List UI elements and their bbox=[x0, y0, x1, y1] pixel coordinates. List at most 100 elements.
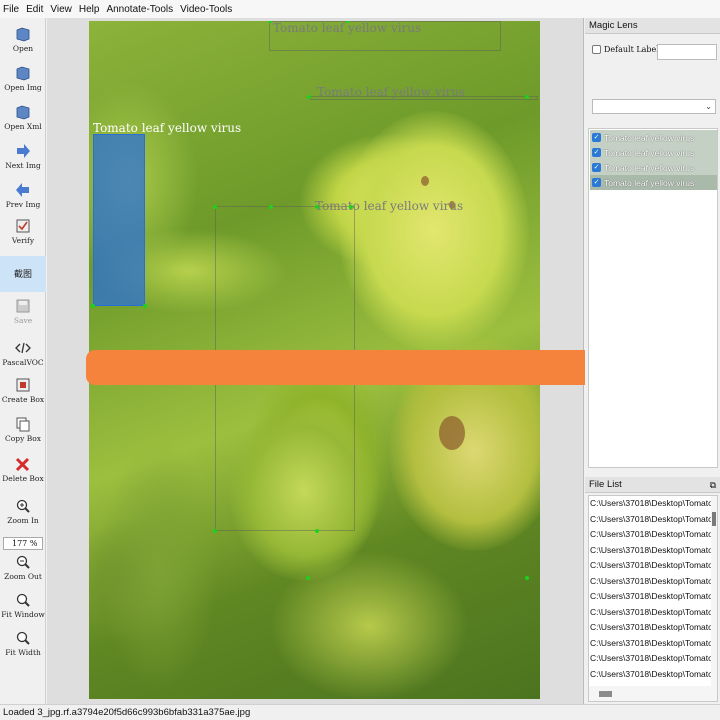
open-img-button[interactable]: Open Img bbox=[0, 65, 46, 92]
delete-box-button[interactable]: Delete Box bbox=[0, 456, 46, 483]
open-xml-label: Open Xml bbox=[4, 122, 42, 131]
checkbox-checked-icon[interactable]: ✓ bbox=[592, 133, 601, 142]
checkbox-icon bbox=[592, 45, 601, 54]
toolbar: Open Open Img Open Xml Next Img Prev Img… bbox=[0, 18, 46, 704]
vertex-handle[interactable] bbox=[315, 205, 319, 209]
label-list-item-selected[interactable]: ✓ Tomato leaf yellow virus bbox=[590, 175, 717, 190]
overlay-bar bbox=[86, 350, 669, 385]
vertex-handle[interactable] bbox=[306, 576, 310, 580]
horizontal-scrollbar[interactable] bbox=[589, 686, 717, 701]
menu-view[interactable]: View bbox=[50, 4, 72, 15]
fit-window-button[interactable]: Fit Window bbox=[0, 592, 46, 619]
vertex-handle[interactable] bbox=[213, 205, 217, 209]
menu-help[interactable]: Help bbox=[79, 4, 100, 15]
selected-bbox[interactable] bbox=[93, 134, 145, 306]
file-list-item[interactable]: C:\Users\37018\Desktop\Tomato 4 bbox=[589, 527, 713, 543]
copy-box-button[interactable]: Copy Box bbox=[0, 416, 46, 443]
file-list-item[interactable]: C:\Users\37018\Desktop\Tomato 4 bbox=[589, 605, 713, 621]
float-dock-icon[interactable]: ⧉ bbox=[710, 477, 716, 493]
file-list-item[interactable]: C:\Users\37018\Desktop\Tomato 4 bbox=[589, 589, 713, 605]
open-img-label: Open Img bbox=[4, 83, 42, 92]
file-list-item[interactable]: C:\Users\37018\Desktop\Tomato 4 bbox=[589, 620, 713, 636]
screenshot-button[interactable]: 截图 bbox=[0, 256, 46, 292]
vertex-handle[interactable] bbox=[269, 205, 273, 209]
create-box-button[interactable]: Create Box bbox=[0, 377, 46, 404]
vertex-handle[interactable] bbox=[315, 529, 319, 533]
zoom-icon bbox=[16, 631, 30, 645]
vertex-handle[interactable] bbox=[91, 304, 95, 308]
delete-icon bbox=[15, 457, 30, 472]
label-list-item[interactable]: ✓ Tomato leaf yellow virus bbox=[590, 145, 717, 160]
file-list-item[interactable]: C:\Users\37018\Desktop\Tomato 4 bbox=[589, 512, 713, 528]
file-list-item[interactable]: C:\Users\37018\Desktop\Tomato 4 bbox=[589, 496, 713, 512]
folder-icon bbox=[16, 27, 30, 42]
zoom-in-button[interactable]: Zoom In bbox=[0, 498, 46, 525]
verify-button[interactable]: Verify bbox=[0, 218, 46, 245]
magic-lens-title: Magic Lens bbox=[585, 18, 720, 34]
default-label-text: Default Label bbox=[604, 45, 659, 54]
open-xml-button[interactable]: Open Xml bbox=[0, 104, 46, 131]
box-label: Tomato leaf yellow virus bbox=[93, 121, 242, 135]
scrollbar-thumb[interactable] bbox=[599, 691, 612, 697]
file-list-item[interactable]: C:\Users\37018\Desktop\Tomato 4 bbox=[589, 667, 713, 683]
zoom-in-label: Zoom In bbox=[7, 516, 39, 525]
vertex-handle[interactable] bbox=[349, 205, 353, 209]
box-label: Tomato leaf yellow virus bbox=[317, 85, 466, 99]
vertical-scrollbar[interactable] bbox=[711, 496, 717, 686]
verify-label: Verify bbox=[11, 236, 35, 245]
open-button[interactable]: Open bbox=[0, 26, 46, 53]
status-bar: Loaded 3_jpg.rf.a3794e20f5d66c993b6bfab3… bbox=[0, 704, 720, 720]
file-list-title-text: File List bbox=[589, 479, 622, 490]
file-list-title: File List ⧉ bbox=[585, 477, 720, 493]
next-img-button[interactable]: Next Img bbox=[0, 143, 46, 170]
vertex-handle[interactable] bbox=[525, 95, 529, 99]
copy-icon bbox=[16, 417, 30, 432]
label-item-text: Tomato leaf yellow virus bbox=[604, 177, 695, 188]
menu-file[interactable]: File bbox=[3, 4, 19, 15]
file-list-item[interactable]: C:\Users\37018\Desktop\Tomato 4 bbox=[589, 636, 713, 652]
label-list: ✓ Tomato leaf yellow virus ✓ Tomato leaf… bbox=[588, 128, 718, 468]
delete-box-label: Delete Box bbox=[2, 474, 44, 483]
label-list-item[interactable]: ✓ Tomato leaf yellow virus bbox=[590, 130, 717, 145]
open-label: Open bbox=[12, 44, 34, 53]
screenshot-label: 截图 bbox=[13, 270, 32, 280]
menu-annotate-tools[interactable]: Annotate-Tools bbox=[106, 4, 173, 15]
scrollbar-thumb[interactable] bbox=[712, 512, 716, 526]
pascalvoc-button[interactable]: PascalVOC bbox=[0, 340, 46, 367]
menu-bar: File Edit View Help Annotate-Tools Video… bbox=[0, 0, 720, 18]
zoom-spinbox[interactable]: 177 % bbox=[3, 537, 43, 550]
fit-width-button[interactable]: Fit Width bbox=[0, 630, 46, 657]
save-button[interactable]: Save bbox=[0, 298, 46, 325]
fit-width-label: Fit Width bbox=[5, 648, 41, 657]
file-list-item[interactable]: C:\Users\37018\Desktop\Tomato 4 bbox=[589, 543, 713, 559]
pascalvoc-label: PascalVOC bbox=[2, 358, 44, 367]
checkbox-checked-icon[interactable]: ✓ bbox=[592, 178, 601, 187]
checkbox-checked-icon[interactable]: ✓ bbox=[592, 163, 601, 172]
default-label-input[interactable] bbox=[657, 44, 717, 60]
label-filter-combobox[interactable]: ⌄ bbox=[592, 99, 716, 114]
vertex-handle[interactable] bbox=[143, 304, 147, 308]
zoom-icon bbox=[16, 593, 30, 607]
default-label-checkbox[interactable]: Default Label bbox=[592, 45, 659, 54]
create-box-label: Create Box bbox=[1, 395, 45, 404]
zoom-in-icon bbox=[16, 499, 30, 513]
label-item-text: Tomato leaf yellow virus bbox=[604, 162, 695, 173]
zoom-out-icon bbox=[16, 555, 30, 569]
file-list-item[interactable]: C:\Users\37018\Desktop\Tomato 4 bbox=[589, 651, 713, 667]
next-img-label: Next Img bbox=[5, 161, 41, 170]
file-list-item[interactable]: C:\Users\37018\Desktop\Tomato 4 bbox=[589, 574, 713, 590]
folder-icon bbox=[16, 66, 30, 81]
vertex-handle[interactable] bbox=[213, 529, 217, 533]
label-list-item[interactable]: ✓ Tomato leaf yellow virus bbox=[590, 160, 717, 175]
menu-edit[interactable]: Edit bbox=[26, 4, 43, 15]
save-icon bbox=[16, 299, 30, 313]
vertex-handle[interactable] bbox=[307, 95, 311, 99]
checkbox-checked-icon[interactable]: ✓ bbox=[592, 148, 601, 157]
vertex-handle[interactable] bbox=[525, 576, 529, 580]
box-label: Tomato leaf yellow virus bbox=[273, 21, 422, 35]
zoom-out-button[interactable]: Zoom Out bbox=[0, 554, 46, 581]
menu-video-tools[interactable]: Video-Tools bbox=[180, 4, 232, 15]
code-icon bbox=[15, 342, 31, 354]
prev-img-button[interactable]: Prev Img bbox=[0, 182, 46, 209]
file-list-item[interactable]: C:\Users\37018\Desktop\Tomato 4 bbox=[589, 558, 713, 574]
